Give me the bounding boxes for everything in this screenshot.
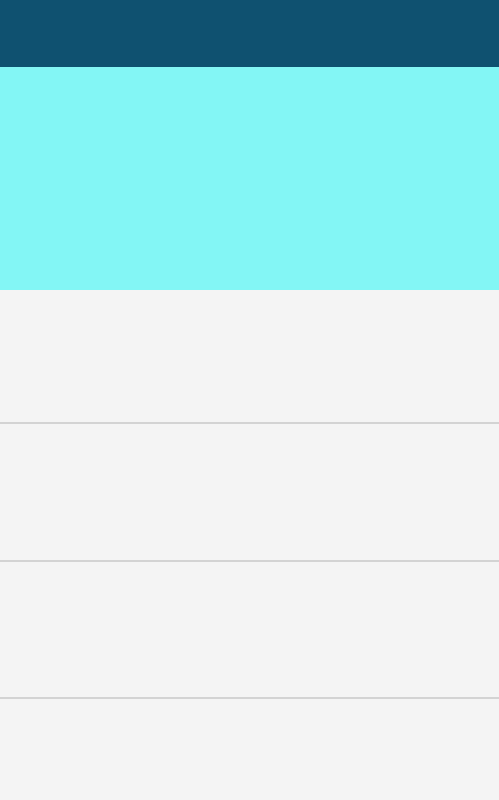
content-list xyxy=(0,290,499,800)
list-item[interactable] xyxy=(0,290,499,424)
hero-banner xyxy=(0,67,499,290)
list-item[interactable] xyxy=(0,426,499,562)
list-item[interactable] xyxy=(0,564,499,699)
top-app-bar xyxy=(0,0,499,67)
list-item[interactable] xyxy=(0,701,499,800)
app-screen xyxy=(0,0,499,800)
